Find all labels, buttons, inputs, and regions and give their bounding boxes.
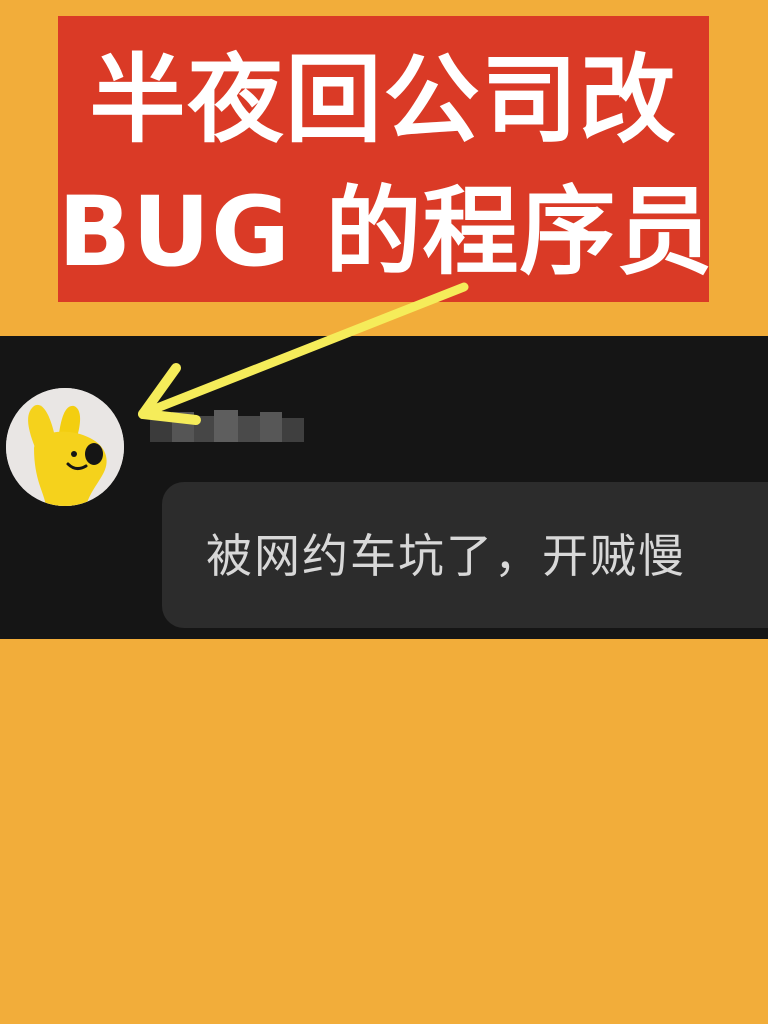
arrow-pointing-left-icon [138, 282, 469, 425]
